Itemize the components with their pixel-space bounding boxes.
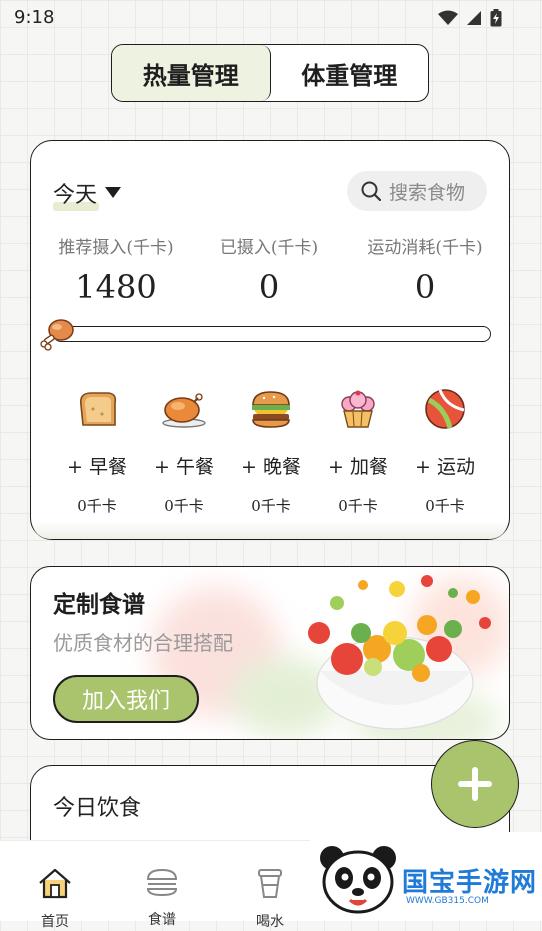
meal-kcal: 0千卡 [164, 497, 204, 515]
nav-label: 喝水 [256, 914, 284, 930]
meal-label: + 加餐 [328, 456, 388, 478]
stat-value: 0 [414, 268, 436, 306]
meal-kcal: 0千卡 [425, 497, 465, 515]
meal-breakfast[interactable]: + 早餐 0千卡 [57, 386, 137, 516]
banner-title: 定制食谱 [53, 591, 145, 618]
stat-label: 运动消耗(千卡) [367, 238, 483, 258]
cup-icon [258, 869, 282, 898]
burger-icon [231, 386, 311, 432]
caret-down-icon [105, 187, 122, 198]
meal-label: + 早餐 [67, 456, 127, 478]
panda-logo-icon [320, 846, 396, 914]
plus-icon [458, 767, 492, 801]
status-time: 9:18 [14, 7, 55, 28]
status-icons [438, 9, 502, 27]
meal-kcal: 0千卡 [338, 497, 378, 515]
food-search[interactable]: 搜索食物 [347, 171, 487, 211]
stat-value: 1480 [75, 268, 157, 306]
home-icon [39, 868, 71, 899]
meal-label: + 午餐 [154, 456, 214, 478]
signal-icon [467, 11, 481, 25]
stat-label: 已摄入(千卡) [219, 238, 319, 258]
search-placeholder: 搜索食物 [389, 181, 466, 204]
nav-home[interactable]: 首页 [25, 867, 85, 931]
watermark: 国宝手游网 WWW.GB315.COM [310, 832, 542, 920]
salad-bowl-icon [308, 575, 491, 730]
stat-label: 推荐摄入(千卡) [58, 238, 174, 258]
calorie-progress-bar [53, 326, 491, 342]
nav-label: 食谱 [148, 912, 176, 928]
ball-icon [405, 386, 485, 432]
tab-weight-management[interactable]: 体重管理 [271, 45, 429, 101]
stat-value: 0 [258, 268, 280, 306]
banner-subtitle: 优质食材的合理搭配 [53, 631, 233, 655]
today-diet-title: 今日饮食 [53, 796, 142, 821]
card-shade [32, 521, 508, 539]
stat-burned: 运动消耗(千卡) 0 [361, 233, 489, 306]
watermark-title: 国宝手游网 [402, 868, 538, 898]
meal-kcal: 0千卡 [77, 497, 117, 515]
meal-label: + 运动 [415, 456, 475, 478]
mode-tabs: 热量管理 体重管理 [111, 44, 429, 102]
meal-snack[interactable]: + 加餐 0千卡 [318, 386, 398, 516]
chicken-leg-icon [39, 317, 75, 355]
custom-recipe-banner[interactable]: 定制食谱 优质食材的合理搭配 加入我们 [30, 566, 510, 740]
bread-icon [57, 386, 137, 432]
nav-label: 首页 [41, 914, 69, 930]
wifi-icon [438, 10, 458, 25]
watermark-url: WWW.GB315.COM [406, 896, 489, 906]
cupcake-icon [318, 386, 398, 432]
meal-label: + 晚餐 [241, 456, 301, 478]
day-selector[interactable]: 今天 [53, 177, 122, 211]
tab-calorie-management[interactable]: 热量管理 [112, 45, 271, 101]
day-label: 今天 [53, 183, 98, 208]
stat-recommended: 推荐摄入(千卡) 1480 [53, 233, 179, 306]
battery-icon [490, 9, 502, 27]
meal-dinner[interactable]: + 晚餐 0千卡 [231, 386, 311, 516]
meal-lunch[interactable]: + 午餐 0千卡 [144, 386, 224, 516]
search-icon [361, 181, 381, 201]
roast-chicken-icon [144, 386, 224, 432]
join-us-button[interactable]: 加入我们 [53, 675, 199, 723]
nav-water[interactable]: 喝水 [240, 867, 300, 931]
meal-kcal: 0千卡 [251, 497, 291, 515]
burger-outline-icon [146, 868, 178, 897]
status-bar: 9:18 [0, 0, 542, 36]
add-fab-button[interactable] [431, 740, 519, 828]
meal-exercise[interactable]: + 运动 0千卡 [405, 386, 485, 516]
stat-consumed: 已摄入(千卡) 0 [209, 233, 329, 306]
calorie-card: 今天 搜索食物 推荐摄入(千卡) 1480 已摄入(千卡) 0 运动消耗(千卡)… [30, 140, 510, 540]
